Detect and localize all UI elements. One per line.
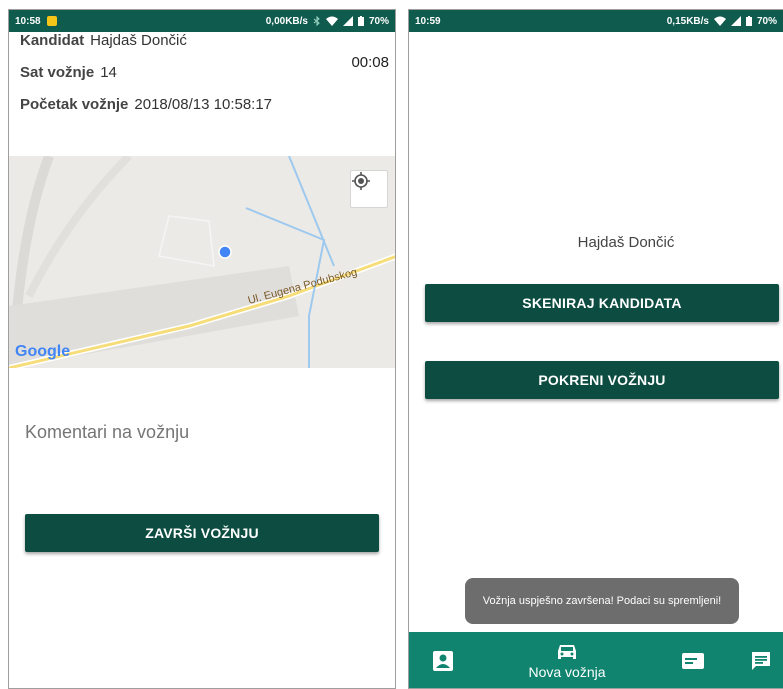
bottom-navigation: Nova vožnja (409, 632, 783, 688)
screen-active-ride: 10:58 0,00KB/s 70% Kandidat Hajdaš Dončić… (8, 9, 396, 689)
car-icon (558, 645, 576, 659)
status-bar: 10:59 0,15KB/s 70% (409, 10, 783, 32)
nav-new-ride[interactable]: Nova vožnja (517, 632, 617, 688)
nav-profile[interactable] (423, 632, 463, 688)
battery-percent: 70% (368, 15, 389, 27)
screen-new-ride: 10:59 0,15KB/s 70% Hajdaš Dončić SKENIRA… (408, 9, 783, 689)
signal-icon (730, 16, 741, 26)
crosshair-icon (352, 172, 370, 190)
ride-timer: 00:08 (351, 54, 389, 71)
notification-icon (46, 16, 57, 26)
comment-input[interactable] (25, 422, 379, 443)
message-icon (752, 652, 770, 670)
signal-icon (342, 16, 353, 26)
hour-value: 14 (100, 64, 117, 81)
hour-row: Sat vožnje 14 (20, 64, 385, 81)
map-view[interactable]: Ul. Eugena Podubskog Google (9, 156, 395, 368)
nav-card[interactable] (673, 632, 713, 688)
candidate-row: Kandidat Hajdaš Dončić (20, 32, 385, 49)
status-time: 10:58 (15, 15, 41, 27)
scan-candidate-button[interactable]: SKENIRAJ KANDIDATA (425, 284, 779, 322)
map-graphics: Ul. Eugena Podubskog Google (9, 156, 395, 368)
candidate-name: Hajdaš Dončić (577, 234, 675, 251)
nav-messages[interactable] (741, 632, 781, 688)
status-bar: 10:58 0,00KB/s 70% (9, 10, 395, 32)
my-location-button[interactable] (350, 170, 388, 208)
start-ride-button[interactable]: POKRENI VOŽNJU (425, 361, 779, 399)
bluetooth-icon (313, 16, 320, 26)
google-logo: Google (15, 343, 70, 360)
finish-ride-button[interactable]: ZAVRŠI VOŽNJU (25, 514, 379, 552)
profile-icon (433, 651, 453, 671)
candidate-label: Kandidat (20, 32, 85, 49)
start-value: 2018/08/13 10:58:17 (134, 96, 273, 113)
battery-icon (745, 16, 752, 26)
battery-icon (357, 16, 364, 26)
wifi-icon (713, 16, 726, 26)
start-label: Početak vožnje (20, 96, 129, 113)
candidate-value: Hajdaš Dončić (90, 32, 187, 49)
network-speed: 0,15KB/s (666, 15, 709, 27)
battery-percent: 70% (756, 15, 777, 27)
status-time: 10:59 (415, 15, 441, 27)
nav-new-ride-label: Nova vožnja (528, 664, 606, 680)
wifi-icon (325, 16, 338, 26)
hour-label: Sat vožnje (20, 64, 95, 81)
toast-message: Vožnja uspješno završena! Podaci su spre… (465, 578, 739, 624)
card-icon (682, 653, 704, 669)
start-row: Početak vožnje 2018/08/13 10:58:17 (20, 96, 385, 113)
network-speed: 0,00KB/s (265, 15, 308, 27)
